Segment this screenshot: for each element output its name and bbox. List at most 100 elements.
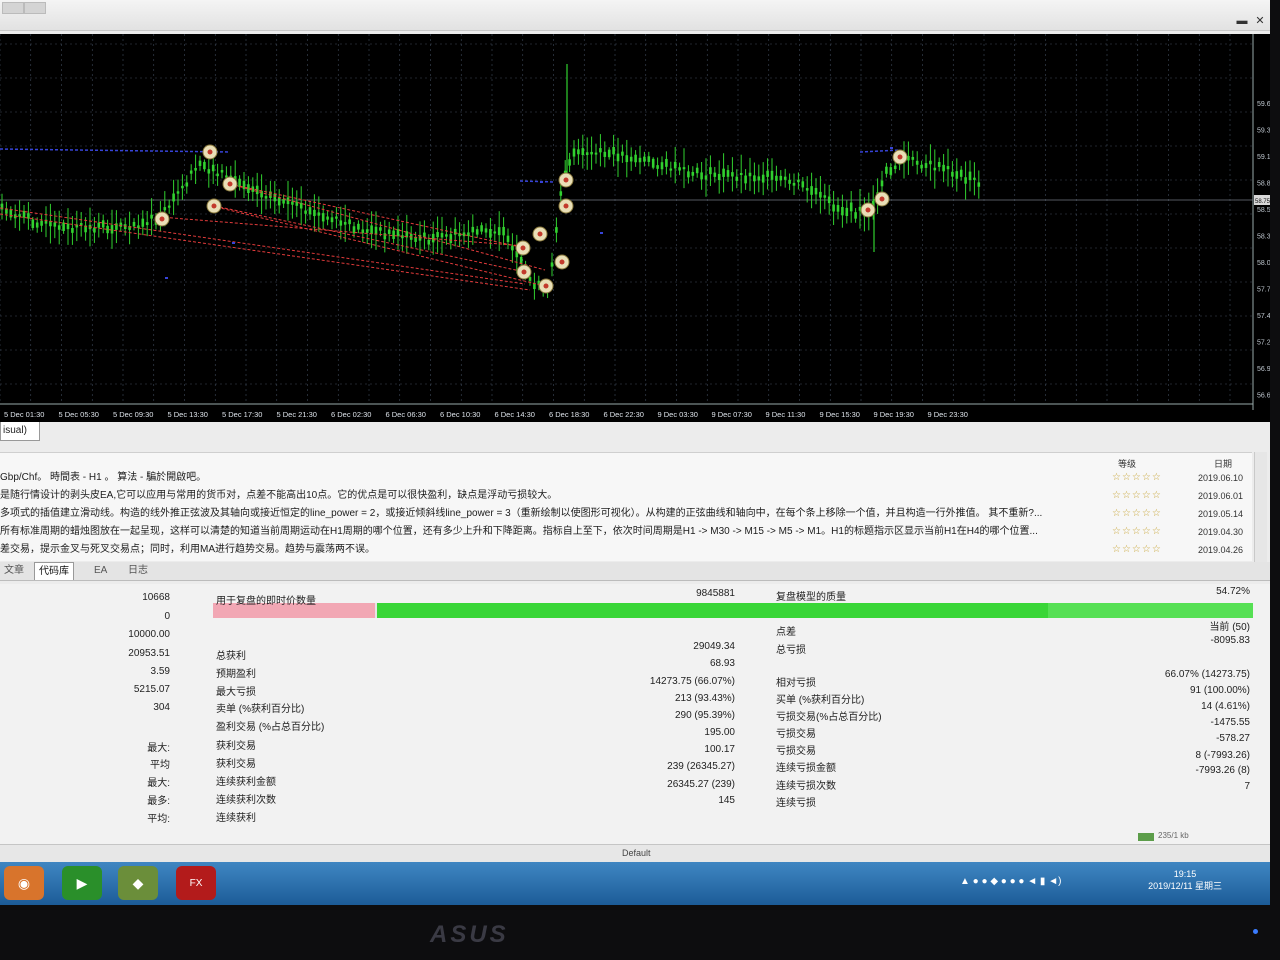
candle-body (783, 176, 787, 180)
report-label: 盈利交易 (%占总百分比) (216, 722, 325, 733)
candle-body (299, 202, 303, 209)
candle-body (819, 191, 822, 198)
candle-body (968, 171, 972, 181)
article-row[interactable]: 是随行情设计的剥头皮EA,它可以应用与常用的货币对，点差不能高出10点。它的优点… (0, 487, 1252, 505)
articles-scrollbar[interactable] (1254, 452, 1267, 562)
candle-body (273, 193, 277, 202)
report-value: 195.00 (704, 727, 735, 738)
time-tick-label: 6 Dec 14:30 (495, 410, 535, 419)
price-tick-label: 57.220 (1257, 340, 1270, 347)
candle-body (286, 197, 290, 205)
article-row[interactable]: Gbp/Chf。 時間表 - H1 。 算法 - 騙於開啟吧。 ☆☆☆☆☆ 2019… (0, 469, 1252, 487)
candle-body (599, 148, 602, 153)
article-rating: ☆☆☆☆☆ (1112, 526, 1162, 537)
candle-body (959, 169, 963, 177)
trade-marker-dot (211, 203, 217, 209)
candle-body (181, 185, 184, 189)
candle-body (770, 170, 774, 180)
article-date: 2019.05.14 (1198, 509, 1244, 519)
report-label: 连续获利金额 (216, 777, 276, 788)
candle-body (357, 223, 360, 230)
candle-body (194, 167, 197, 171)
candle-body (638, 157, 642, 163)
candle-body (493, 231, 497, 234)
candle-body (176, 191, 180, 194)
candle-body (585, 152, 589, 155)
candle-body (951, 171, 954, 177)
article-row[interactable]: 所有标准周期的蜡烛图放在一起呈现，这样可以清楚的知道当前周期运动在H1周期的哪个… (0, 523, 1252, 541)
candle-body (497, 227, 501, 236)
candle-body (141, 218, 145, 227)
candle-body (832, 204, 835, 212)
media-player-icon[interactable]: ▶ (62, 866, 102, 900)
trade-marker-dot (521, 269, 527, 275)
article-row[interactable]: 多项式的插值建立滑动线。构造的线外推正弦波及其轴向或接近恒定的line_powe… (0, 505, 1252, 523)
chart-canvas[interactable]: 59.60 59.39 59.120 58.850 58.580 58.305 58.035… (0, 34, 1270, 422)
article-rating: ☆☆☆☆☆ (1112, 544, 1162, 555)
candle-body (304, 210, 307, 214)
tab-journal[interactable]: 日志 (124, 562, 152, 579)
candle-body (964, 177, 967, 184)
article-title: 是随行情设计的剥头皮EA,它可以应用与常用的货币对，点差不能高出10点。它的优点… (0, 490, 558, 501)
report-value: 10668 (142, 592, 170, 603)
candle-body (97, 222, 101, 228)
modelling-quality-bar-end (1048, 603, 1253, 618)
tab-codebase[interactable]: 代码库 (34, 562, 74, 580)
report-label: 最大亏损 (216, 687, 256, 698)
candle-body (889, 167, 893, 175)
price-tick-label: 56.680 (1257, 393, 1270, 400)
time-tick-label: 9 Dec 07:30 (712, 410, 752, 419)
candle-body (475, 229, 479, 235)
candle-body (880, 180, 884, 187)
candle-body (247, 184, 250, 194)
start-button-icon[interactable]: ◉ (4, 866, 44, 900)
minimize-icon[interactable]: ▬ (1234, 14, 1250, 28)
candle-body (167, 205, 171, 208)
visual-tab[interactable]: isual) (0, 422, 40, 441)
report-label: 预期盈利 (216, 669, 256, 680)
report-value: -1475.55 (1210, 717, 1250, 728)
candle-body (110, 225, 114, 234)
fxpro-terminal-icon[interactable]: FX (176, 866, 216, 900)
time-tick-label: 5 Dec 09:30 (113, 410, 153, 419)
trade-marker-dot (159, 216, 165, 222)
screen: ▬ ✕ ⌕ 59.6059.3959.12058.85058.58058.305… (0, 0, 1270, 905)
candle-body (885, 166, 888, 174)
candle-body (669, 168, 673, 171)
menu-stub[interactable] (2, 2, 24, 14)
candle-body (775, 175, 778, 181)
article-title: Gbp/Chf。 時間表 - H1 。 算法 - 騙於開啟吧。 (0, 472, 207, 483)
candle-body (57, 225, 61, 230)
price-chart[interactable]: 59.60 59.39 59.120 58.850 58.580 58.305 58.035… (0, 34, 1270, 422)
report-value: 0 (164, 611, 170, 622)
menu-stub[interactable] (24, 2, 46, 14)
tab-ea[interactable]: EA (90, 562, 111, 579)
article-date: 2019.06.10 (1198, 473, 1244, 483)
candle-body (920, 164, 923, 169)
price-tick-label: 58.305 (1257, 234, 1270, 241)
candle-body (590, 151, 593, 155)
app-icon[interactable]: ◆ (118, 866, 158, 900)
candle-body (330, 217, 334, 223)
time-tick-label: 5 Dec 17:30 (222, 410, 262, 419)
candle-body (946, 166, 950, 170)
report-value: 最大: (147, 778, 170, 789)
tab-articles[interactable]: 文章 (0, 562, 28, 579)
article-row[interactable]: 差交易，提示金叉与死叉交易点；同时，利用MA进行趋势交易。趋势与震荡两不误。 ☆☆… (0, 541, 1252, 559)
report-value: 290 (95.39%) (674, 710, 735, 721)
report-label: 总获利 (216, 651, 246, 662)
close-icon[interactable]: ✕ (1252, 14, 1268, 28)
candle-body (722, 168, 725, 177)
report-value: 8 (-7993.26) (1195, 750, 1250, 761)
candle-body (506, 235, 510, 242)
candle-body (845, 207, 849, 216)
tray-icons[interactable]: ▲ ● ● ◆ ● ● ● ◄ ▮ ◄) (960, 876, 1061, 887)
candle-body (559, 191, 563, 196)
candle-body (849, 202, 853, 212)
candle-body (216, 173, 219, 177)
report-label: 点差 (776, 627, 796, 638)
report-label: 亏损交易(%占总百分比) (776, 712, 882, 723)
taskbar-clock[interactable]: 19:15 2019/12/11 星期三 (1148, 868, 1222, 892)
clock-date: 2019/12/11 星期三 (1148, 881, 1222, 891)
candle-body (445, 234, 448, 237)
